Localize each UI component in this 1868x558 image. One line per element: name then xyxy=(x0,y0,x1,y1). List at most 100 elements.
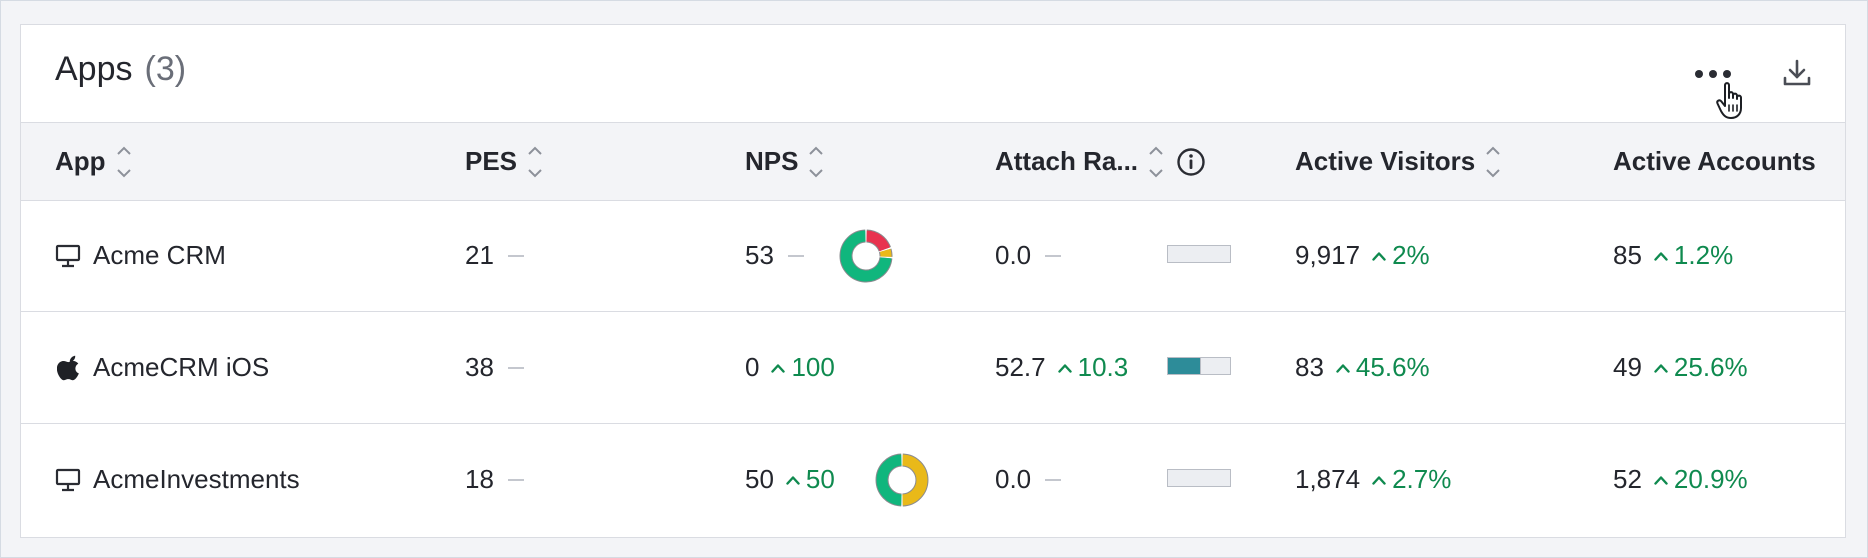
col-header-app[interactable]: App xyxy=(55,123,132,200)
nps-donut xyxy=(839,229,893,283)
caret-up-icon xyxy=(1372,475,1386,485)
no-change-dash xyxy=(787,254,804,257)
trend-up-delta: 2% xyxy=(1372,240,1430,271)
monitor-icon xyxy=(55,244,81,268)
app-cell: Acme CRM xyxy=(55,200,226,311)
attach-rate-bar xyxy=(1167,357,1231,375)
app-name-link[interactable]: AcmeInvestments xyxy=(93,464,300,495)
cell-value: 85 xyxy=(1613,240,1642,270)
col-header-label: App xyxy=(55,146,106,176)
app-cell: AcmeCRM iOS xyxy=(55,312,269,423)
active-visitors-cell: 1,874 2.7% xyxy=(1295,424,1451,535)
cell-value: 1,874 xyxy=(1295,464,1361,494)
trend-up-delta: 2.7% xyxy=(1372,464,1451,495)
delta-value: 10.3 xyxy=(1077,352,1129,382)
donut-segment-passive xyxy=(879,248,892,257)
cell-value: 0.0 xyxy=(995,464,1032,494)
attach-rate-bar-fill xyxy=(1168,358,1201,374)
col-header-pes[interactable]: PES xyxy=(465,123,543,200)
cell-value: 9,917 xyxy=(1295,240,1361,270)
table-row[interactable]: AcmeCRM iOS 38 0 100 52.7 10.3 83 45.6% 49 25.6% xyxy=(21,312,1845,424)
cell-value: 52.7 xyxy=(995,352,1046,382)
active-accounts-cell: 49 25.6% xyxy=(1613,312,1748,423)
delta-value: 1.2% xyxy=(1673,240,1734,270)
caret-up-icon xyxy=(1336,363,1350,373)
caret-up-icon xyxy=(786,475,800,485)
sort-icon xyxy=(1148,145,1164,179)
table-row[interactable]: AcmeInvestments 18 50 50 0.0 1,874 2.7% 52 20.9% xyxy=(21,424,1845,535)
caret-up-icon xyxy=(1057,363,1072,373)
monitor-icon xyxy=(55,468,81,492)
col-header-label: Active Accounts xyxy=(1613,146,1816,176)
sort-icon xyxy=(1485,145,1501,179)
no-change-dash xyxy=(507,366,524,369)
apple-icon xyxy=(55,355,81,381)
trend-up-delta: 100 xyxy=(771,352,835,383)
nps-cell: 50 50 xyxy=(745,424,835,535)
app-name-link[interactable]: AcmeCRM iOS xyxy=(93,352,269,383)
col-header-active-visitors[interactable]: Active Visitors xyxy=(1295,123,1501,200)
nps-donut xyxy=(875,453,929,507)
col-header-active-accounts[interactable]: Active Accounts xyxy=(1613,123,1816,200)
cell-value: 50 xyxy=(745,464,774,494)
sort-icon xyxy=(116,145,132,179)
delta-value: 25.6% xyxy=(1673,352,1748,382)
info-icon[interactable] xyxy=(1176,147,1206,177)
title-text: Apps xyxy=(55,50,133,88)
no-change-dash xyxy=(507,478,524,481)
attach-rate-cell: 52.7 10.3 xyxy=(995,312,1128,423)
no-change-dash xyxy=(1045,478,1062,481)
caret-up-icon xyxy=(1654,251,1668,261)
delta-value: 50 xyxy=(805,464,835,494)
table-row[interactable]: Acme CRM 21 53 0.0 9,917 2% 85 1.2% xyxy=(21,200,1845,312)
delta-value: 20.9% xyxy=(1673,464,1748,494)
col-header-label: PES xyxy=(465,146,518,176)
delta-value: 2.7% xyxy=(1392,464,1452,494)
pes-cell: 18 xyxy=(465,424,524,535)
app-name-link[interactable]: Acme CRM xyxy=(93,240,226,271)
download-icon xyxy=(1783,59,1811,86)
sort-icon xyxy=(527,145,543,179)
cell-value: 0.0 xyxy=(995,240,1032,270)
active-visitors-cell: 83 45.6% xyxy=(1295,312,1430,423)
caret-up-icon xyxy=(1654,475,1668,485)
delta-value: 100 xyxy=(791,352,835,382)
app-cell: AcmeInvestments xyxy=(55,424,300,535)
cell-value: 18 xyxy=(465,464,494,494)
delta-value: 2% xyxy=(1392,240,1430,270)
trend-up-delta: 10.3 xyxy=(1057,352,1129,383)
trend-up-delta: 50 xyxy=(786,464,835,495)
col-header-nps[interactable]: NPS xyxy=(745,123,824,200)
sort-icon xyxy=(808,145,824,179)
caret-up-icon xyxy=(1654,363,1668,373)
more-options-button[interactable] xyxy=(1691,59,1735,89)
active-accounts-cell: 52 20.9% xyxy=(1613,424,1748,535)
ellipsis-icon xyxy=(1695,70,1731,78)
download-button[interactable] xyxy=(1779,55,1815,91)
col-header-attach-rate[interactable]: Attach Ra... xyxy=(995,123,1206,200)
no-change-dash xyxy=(1045,254,1062,257)
card-header: Apps (3) xyxy=(21,25,1845,122)
col-header-label: Active Visitors xyxy=(1295,146,1476,176)
cell-value: 49 xyxy=(1613,352,1642,382)
attach-rate-bar xyxy=(1167,245,1231,263)
trend-up-delta: 1.2% xyxy=(1654,240,1733,271)
cell-value: 52 xyxy=(1613,464,1642,494)
trend-up-delta: 20.9% xyxy=(1654,464,1748,495)
cell-value: 21 xyxy=(465,240,494,270)
table-header: App PES NPS Attach Ra... Active Visitors… xyxy=(21,122,1845,201)
active-accounts-cell: 85 1.2% xyxy=(1613,200,1733,311)
pes-cell: 21 xyxy=(465,200,524,311)
trend-up-delta: 25.6% xyxy=(1654,352,1748,383)
caret-up-icon xyxy=(771,363,786,373)
pes-cell: 38 xyxy=(465,312,524,423)
cell-value: 38 xyxy=(465,352,494,382)
app-count: (3) xyxy=(144,50,187,88)
col-header-label: Attach Ra... xyxy=(995,146,1139,176)
caret-up-icon xyxy=(1372,251,1386,261)
cell-value: 0 xyxy=(745,352,760,382)
nps-cell: 0 100 xyxy=(745,312,835,423)
attach-rate-bar xyxy=(1167,469,1231,487)
col-header-label: NPS xyxy=(745,146,799,176)
card-title: Apps (3) xyxy=(55,50,186,89)
